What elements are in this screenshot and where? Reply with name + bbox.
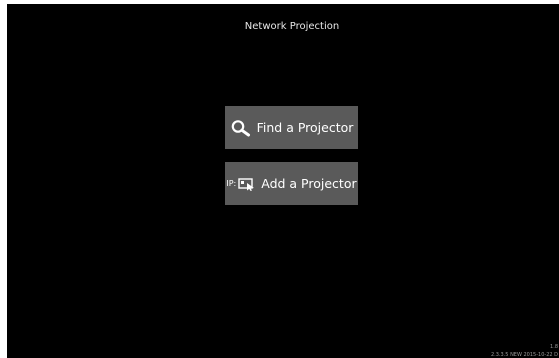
network-projection-screen: Network Projection Find a Projector IP: … <box>7 4 559 358</box>
find-projector-label: Find a Projector <box>256 120 354 135</box>
version-number: 1.8 <box>550 344 558 350</box>
add-projector-button[interactable]: IP: Add a Projector <box>225 162 358 205</box>
projector-add-icon: IP: <box>226 177 256 191</box>
add-projector-label: Add a Projector <box>261 176 357 191</box>
search-icon <box>230 119 252 137</box>
ip-label: IP: <box>226 179 237 188</box>
find-projector-button[interactable]: Find a Projector <box>225 106 358 149</box>
page-title: Network Projection <box>244 21 340 32</box>
build-info: 2.3.3.5 NEW 2015-10-22 D <box>490 352 558 358</box>
